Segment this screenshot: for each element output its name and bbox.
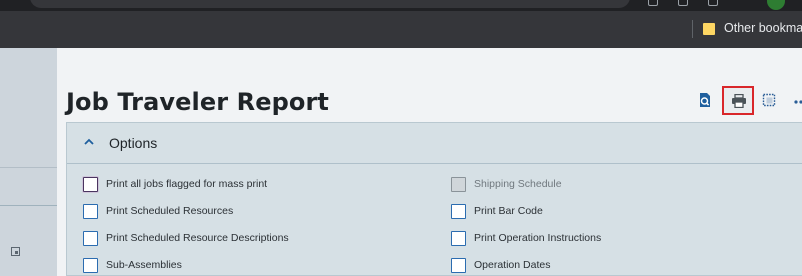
left-nav-strip [0, 48, 57, 276]
more-icon [794, 100, 802, 104]
options-title: Options [109, 135, 158, 151]
main-panel: Job Traveler Report Options Print all jo… [57, 48, 802, 276]
option-label: Print Operation Instructions [474, 232, 602, 244]
checkbox[interactable] [83, 203, 98, 219]
profile-avatar[interactable] [767, 0, 785, 10]
option-label: Shipping Schedule [474, 178, 562, 190]
address-bar[interactable] [30, 0, 630, 8]
preview-icon [700, 93, 710, 107]
option-print-bar-code[interactable]: Print Bar Code [451, 203, 543, 219]
page-title: Job Traveler Report [66, 88, 329, 116]
checkbox[interactable] [83, 176, 98, 192]
folder-icon [703, 23, 715, 35]
option-label: Print Bar Code [474, 205, 543, 217]
extension-icon[interactable] [678, 0, 688, 6]
checkbox-disabled [451, 176, 466, 192]
option-label: Operation Dates [474, 259, 551, 271]
bookmarks-divider [692, 20, 693, 38]
nav-divider [0, 205, 57, 206]
window-icon[interactable] [708, 0, 718, 6]
option-shipping-schedule: Shipping Schedule [451, 176, 562, 192]
extension-icon[interactable] [648, 0, 658, 6]
option-print-scheduled-resources[interactable]: Print Scheduled Resources [83, 203, 233, 219]
checkbox[interactable] [451, 257, 466, 273]
nav-divider [0, 167, 57, 168]
more-options-button[interactable] [791, 90, 802, 110]
checkbox[interactable] [451, 230, 466, 246]
options-section: Options Print all jobs flagged for mass … [66, 122, 802, 276]
checkbox[interactable] [83, 230, 98, 246]
option-label: Sub-Assemblies [106, 259, 182, 271]
checkbox[interactable] [83, 257, 98, 273]
option-sub-assemblies[interactable]: Sub-Assemblies [83, 257, 182, 273]
option-operation-dates[interactable]: Operation Dates [451, 257, 550, 273]
print-icon [732, 94, 746, 108]
options-header-toggle[interactable]: Options [67, 123, 802, 163]
print-preview-button[interactable] [695, 90, 715, 110]
option-print-all-jobs-mass-print[interactable]: Print all jobs flagged for mass print [83, 176, 267, 192]
view-icon [762, 93, 776, 107]
option-label: Print Scheduled Resources [106, 205, 234, 217]
option-label: Print Scheduled Resource Descriptions [106, 232, 289, 244]
option-label: Print all jobs flagged for mass print [106, 178, 268, 190]
print-button[interactable] [722, 86, 754, 115]
option-print-operation-instructions[interactable]: Print Operation Instructions [451, 230, 601, 246]
option-print-scheduled-resource-descriptions[interactable]: Print Scheduled Resource Descriptions [83, 230, 289, 246]
checkbox[interactable] [451, 203, 466, 219]
view-button[interactable] [759, 90, 779, 110]
browser-toolbar-icons [560, 0, 800, 10]
options-divider [67, 163, 802, 164]
other-bookmarks-link[interactable]: Other bookmarks [724, 21, 802, 35]
panel-icon[interactable] [11, 247, 20, 256]
browser-tab-strip [0, 0, 802, 11]
chevron-up-icon [84, 138, 94, 145]
bookmarks-bar: Other bookmarks [0, 11, 802, 48]
